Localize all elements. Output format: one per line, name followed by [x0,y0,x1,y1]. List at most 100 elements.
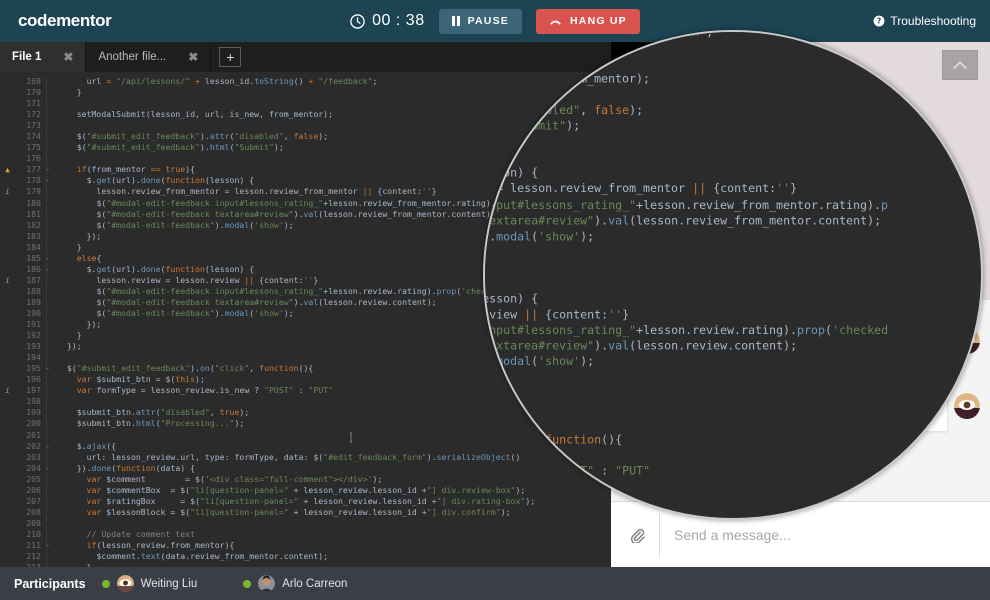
line-number: ▲ 177- [0,164,50,175]
close-icon[interactable]: ✖ [63,50,73,64]
avatar [116,575,134,592]
message-input[interactable] [659,512,978,557]
tab-label: File 1 [12,51,42,63]
editor-tab-file-1[interactable]: File 1 ✖ [0,42,87,72]
participant-name: Weiting Liu [140,577,198,590]
question-circle-icon: ? [873,15,885,27]
line-number: 202- [26,440,50,451]
code-line: 176 [485,134,981,150]
zoom-lens-content: codementor 00 : 38 PAUSE HANG UP [485,32,981,518]
line-number: 174 [26,131,41,142]
line-number: 173 [26,120,41,131]
code-text: var $submit_btn = $(this); [485,448,981,464]
code-text: $("#submit_edit_feedback").html("Submit"… [485,119,981,135]
line-number: 193 [26,341,41,352]
fold-toggle-icon[interactable]: - [45,441,50,452]
code-line: 212 $comment.text(data.review_from_mento… [0,551,611,563]
code-text: $("#modal-edit-feedback").modal('show'); [485,228,981,244]
line-number: 200 [26,418,41,429]
line-number: 181 [26,208,41,219]
participant-arlo-carreon[interactable]: Arlo Carreon [243,575,347,592]
code-text: lesson.review = lesson.review || {conten… [485,307,981,323]
line-number: 185- [26,252,50,263]
participant-weiting-liu[interactable]: Weiting Liu [101,575,198,592]
code-text: var formType = lesson_review.is_new ? "P… [485,464,981,480]
warning-icon: ▲ [5,165,10,175]
line-number: 171 [26,98,41,109]
pause-button[interactable]: PAUSE [438,8,522,34]
code-text: }); [485,244,981,260]
add-tab-button[interactable]: + [219,47,242,67]
code-text: }); [485,370,981,386]
line-number: 180 [26,197,41,208]
line-number: 190 [26,307,41,318]
close-icon[interactable]: ✖ [188,50,198,64]
code-text: // Update comment text [46,528,611,540]
code-text: lesson.review_from_mentor = lesson.revie… [485,181,981,197]
code-line: 182 $("#modal-edit-feedback").modal('sho… [485,228,981,244]
code-text: } [485,385,981,401]
fold-toggle-icon[interactable]: - [45,253,50,264]
code-line: 210 // Update comment text [0,528,611,540]
troubleshooting-label: Troubleshooting [890,14,976,28]
fold-toggle-icon[interactable]: - [45,363,50,374]
code-line: 169 url = "/api/lessons/" + lesson_id.to… [485,32,981,40]
editor-tab-another-file[interactable]: Another file... ✖ [86,42,212,72]
code-text: $comment.text(data.review_from_mentor.co… [46,551,611,563]
code-text: $("#modal-edit-feedback textarea#review"… [485,338,981,354]
line-number: 182 [26,219,41,230]
code-line: 186- $.get(url).done(function(lesson) { [485,291,981,307]
line-number: 194 [26,352,41,363]
fold-toggle-icon[interactable]: - [45,264,50,275]
code-line: 172 setModalSubmit(lesson_id, url, is_ne… [485,71,981,87]
line-number: 201 [26,429,41,440]
line-number: 206 [26,484,41,495]
line-number: 204- [26,462,50,473]
line-number: i 179 [0,186,46,197]
status-dot-icon [101,579,110,588]
avatar [258,575,276,592]
fold-toggle-icon[interactable]: - [45,540,50,551]
fold-toggle-icon[interactable]: - [45,463,50,474]
code-text: $.get(url).done(function(lesson) { [485,291,981,307]
fold-toggle-icon[interactable]: - [45,164,50,175]
code-line: 209 [0,517,611,529]
code-text: } [485,40,981,56]
line-number: 191 [26,319,41,330]
line-number: 186- [26,263,50,274]
line-number: 211- [26,539,50,550]
code-line: 180 $("#modal-edit-feedback input#lesson… [485,197,981,213]
line-number: 192 [26,330,41,341]
code-line: 190 $("#modal-edit-feedback").modal('sho… [485,354,981,370]
svg-text:?: ? [877,17,881,26]
line-number: 184 [26,241,41,252]
hangup-button[interactable]: HANG UP [536,8,640,34]
code-canvas: 169 url = "/api/lessons/" + lesson_id.to… [485,32,981,518]
code-line: 192 } [485,385,981,401]
clock-icon [350,13,365,29]
code-text: else{ [485,275,981,291]
line-number: 208 [26,506,41,517]
fold-toggle-icon[interactable]: - [45,175,50,186]
code-text: } [485,260,981,276]
code-line: 171 [485,56,981,72]
paperclip-icon[interactable] [629,527,645,543]
line-number: 178- [26,175,50,186]
code-line: 184 } [485,260,981,276]
code-line: 191 }); [485,370,981,386]
info-icon: i [5,386,10,396]
code-text: $.get(url).done(function(lesson) { [485,166,981,182]
pause-icon [451,16,460,26]
code-line: i197 var formType = lesson_review.is_new… [485,464,981,480]
code-text: $("#modal-edit-feedback").modal('show'); [485,354,981,370]
line-number: 207 [26,495,41,506]
code-text: setModalSubmit(lesson_id, url, is_new, f… [485,71,981,87]
code-line: 173 [485,87,981,103]
hangup-label: HANG UP [570,15,627,27]
code-line: 175 $("#submit_edit_feedback").html("Sub… [485,119,981,135]
code-line: 178- $.get(url).done(function(lesson) { [485,166,981,182]
